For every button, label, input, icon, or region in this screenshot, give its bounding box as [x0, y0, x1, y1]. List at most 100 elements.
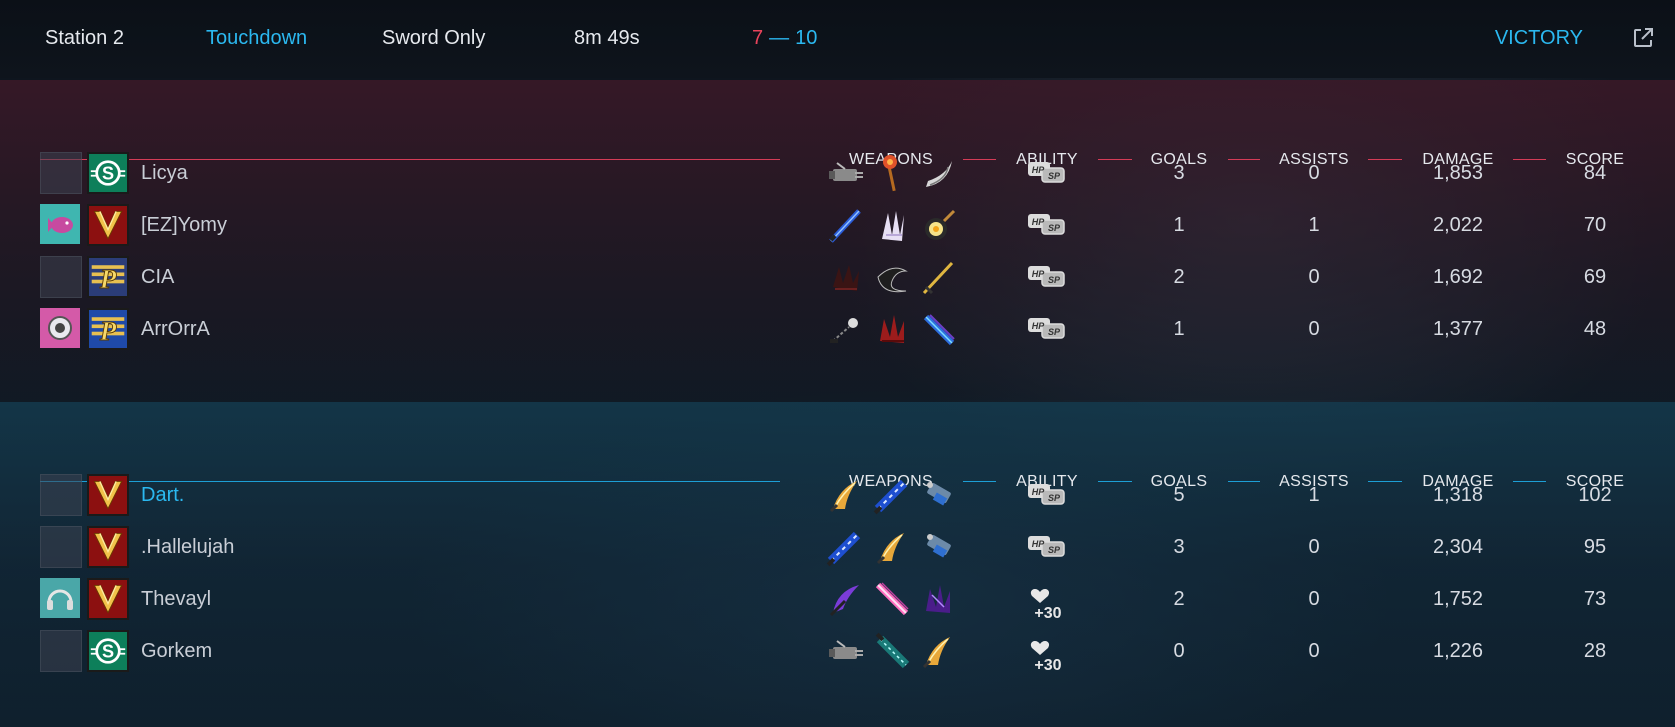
match-duration: 8m 49s [574, 27, 640, 49]
stat-score: 102 [1578, 484, 1612, 506]
red-claw-icon[interactable] [872, 309, 912, 349]
green-s-badge: S [87, 152, 129, 194]
match-summary-bar: Station 2 Touchdown Sword Only 8m 49s 7—… [0, 0, 1675, 78]
gatling-gun-icon[interactable] [825, 153, 865, 193]
empty-slot [40, 474, 82, 516]
frying-pan-icon[interactable] [918, 205, 958, 245]
svg-text:P: P [99, 264, 117, 294]
stat-damage: 1,752 [1432, 588, 1484, 610]
gatling-gun-icon[interactable] [825, 631, 865, 671]
purple-claw-icon[interactable] [918, 579, 958, 619]
stat-assists: 0 [1308, 536, 1320, 558]
purple-scythe-icon[interactable] [825, 579, 865, 619]
blue-greatsword-icon[interactable] [825, 527, 865, 567]
stat-damage: 1,692 [1432, 266, 1484, 288]
hp-sp-icon[interactable]: HP SP [1026, 260, 1066, 294]
hp-sp-icon[interactable]: HP SP [1026, 312, 1066, 346]
blue-team-panel: WEAPONS ABILITY GOALS ASSISTS DAMAGE SCORE Dar… [0, 402, 1675, 727]
player-name[interactable]: [EZ]Yomy [141, 212, 227, 238]
svg-text:HP: HP [1032, 165, 1045, 175]
stat-goals: 0 [1173, 640, 1185, 662]
dark-claw-icon[interactable] [825, 257, 865, 297]
player-row[interactable]: S Licya HP SP 3 0 1,853 84 [0, 150, 1675, 194]
player-row[interactable]: P ArrOrrA HP SP 1 0 1,377 48 [0, 306, 1675, 350]
player-name[interactable]: .Hallelujah [141, 534, 234, 560]
score-blue-team: 10 [795, 27, 818, 49]
stat-goals: 3 [1173, 162, 1185, 184]
svg-text:SP: SP [1048, 223, 1061, 233]
player-row[interactable]: [EZ]Yomy HP SP 1 1 2,022 70 [0, 202, 1675, 246]
svg-text:+30: +30 [1034, 605, 1061, 622]
player-row[interactable]: P CIA HP SP 2 0 1,692 69 [0, 254, 1675, 298]
stat-damage: 2,304 [1432, 536, 1484, 558]
map-name: Station 2 [45, 27, 124, 49]
svg-text:HP: HP [1032, 269, 1045, 279]
player-name[interactable]: Gorkem [141, 638, 212, 664]
golden-wing-blade-icon[interactable] [918, 631, 958, 671]
game-rule: Sword Only [382, 27, 486, 49]
player-row[interactable]: .Hallelujah HP SP 3 0 2,304 95 [0, 524, 1675, 568]
player-name[interactable]: Thevayl [141, 586, 211, 612]
red-gold-v-badge [87, 578, 129, 620]
pink-energy-blade-icon[interactable] [872, 579, 912, 619]
golden-sword-icon[interactable] [918, 257, 958, 297]
fire-hammer-icon[interactable] [872, 153, 912, 193]
svg-text:SP: SP [1048, 545, 1061, 555]
empty-slot [40, 630, 82, 672]
player-name[interactable]: CIA [141, 264, 174, 290]
stat-score: 48 [1583, 318, 1607, 340]
external-link-icon[interactable] [1631, 26, 1655, 50]
stat-goals: 5 [1173, 484, 1185, 506]
game-mode: Touchdown [206, 27, 308, 49]
svg-text:+30: +30 [1034, 657, 1061, 674]
heart-plus-30-icon[interactable]: +30 [1026, 634, 1066, 674]
black-horn-icon[interactable] [872, 257, 912, 297]
stat-goals: 1 [1173, 214, 1185, 236]
player-name[interactable]: ArrOrrA [141, 316, 210, 342]
blue-cannon-icon[interactable] [918, 475, 958, 515]
stat-score: 28 [1583, 640, 1607, 662]
svg-text:HP: HP [1032, 321, 1045, 331]
svg-text:SP: SP [1048, 171, 1061, 181]
blue-team-header: WEAPONS ABILITY GOALS ASSISTS DAMAGE SCORE [0, 436, 1675, 490]
stat-assists: 1 [1308, 484, 1320, 506]
red-team-header: WEAPONSABILITYGOALSASSISTSDAMAGESCORE [0, 114, 1675, 168]
blue-cannon-icon[interactable] [918, 527, 958, 567]
hp-sp-icon[interactable]: HP SP [1026, 208, 1066, 242]
stat-assists: 0 [1308, 318, 1320, 340]
player-row[interactable]: Dart. HP SP 5 1 1,318 102 [0, 472, 1675, 516]
blue-blade-icon[interactable] [918, 309, 958, 349]
red-gold-v-badge [87, 474, 129, 516]
stat-goals: 2 [1173, 588, 1185, 610]
stat-damage: 2,022 [1432, 214, 1484, 236]
scythe-blade-icon[interactable] [918, 153, 958, 193]
white-claw-icon[interactable] [872, 205, 912, 245]
score-red-team: 7 [752, 27, 764, 49]
stat-goals: 2 [1173, 266, 1185, 288]
player-name[interactable]: Licya [141, 160, 188, 186]
svg-text:SP: SP [1048, 493, 1061, 503]
hp-sp-icon[interactable]: HP SP [1026, 530, 1066, 564]
svg-text:HP: HP [1032, 487, 1045, 497]
player-name[interactable]: Dart. [141, 482, 184, 508]
match-result: VICTORY [1494, 27, 1583, 49]
heart-plus-30-icon[interactable]: +30 [1026, 582, 1066, 622]
golden-wing-blade-icon[interactable] [872, 527, 912, 567]
svg-text:SP: SP [1048, 275, 1061, 285]
gold-p-badge: P [87, 256, 129, 298]
stat-assists: 0 [1308, 266, 1320, 288]
blue-katana-icon[interactable] [825, 205, 865, 245]
chain-flail-icon[interactable] [825, 309, 865, 349]
stat-assists: 1 [1308, 214, 1320, 236]
blue-greatsword-icon[interactable] [872, 475, 912, 515]
stat-assists: 0 [1308, 588, 1320, 610]
golden-wing-blade-icon[interactable] [825, 475, 865, 515]
player-row[interactable]: Thevayl +30 2 0 1,752 73 [0, 576, 1675, 622]
teal-greatsword-icon[interactable] [872, 631, 912, 671]
hp-sp-icon[interactable]: HP SP [1026, 478, 1066, 512]
empty-slot [40, 526, 82, 568]
player-row[interactable]: S Gorkem +30 0 0 1,226 28 [0, 628, 1675, 674]
stat-assists: 0 [1308, 640, 1320, 662]
hp-sp-icon[interactable]: HP SP [1026, 156, 1066, 190]
stat-score: 70 [1583, 214, 1607, 236]
